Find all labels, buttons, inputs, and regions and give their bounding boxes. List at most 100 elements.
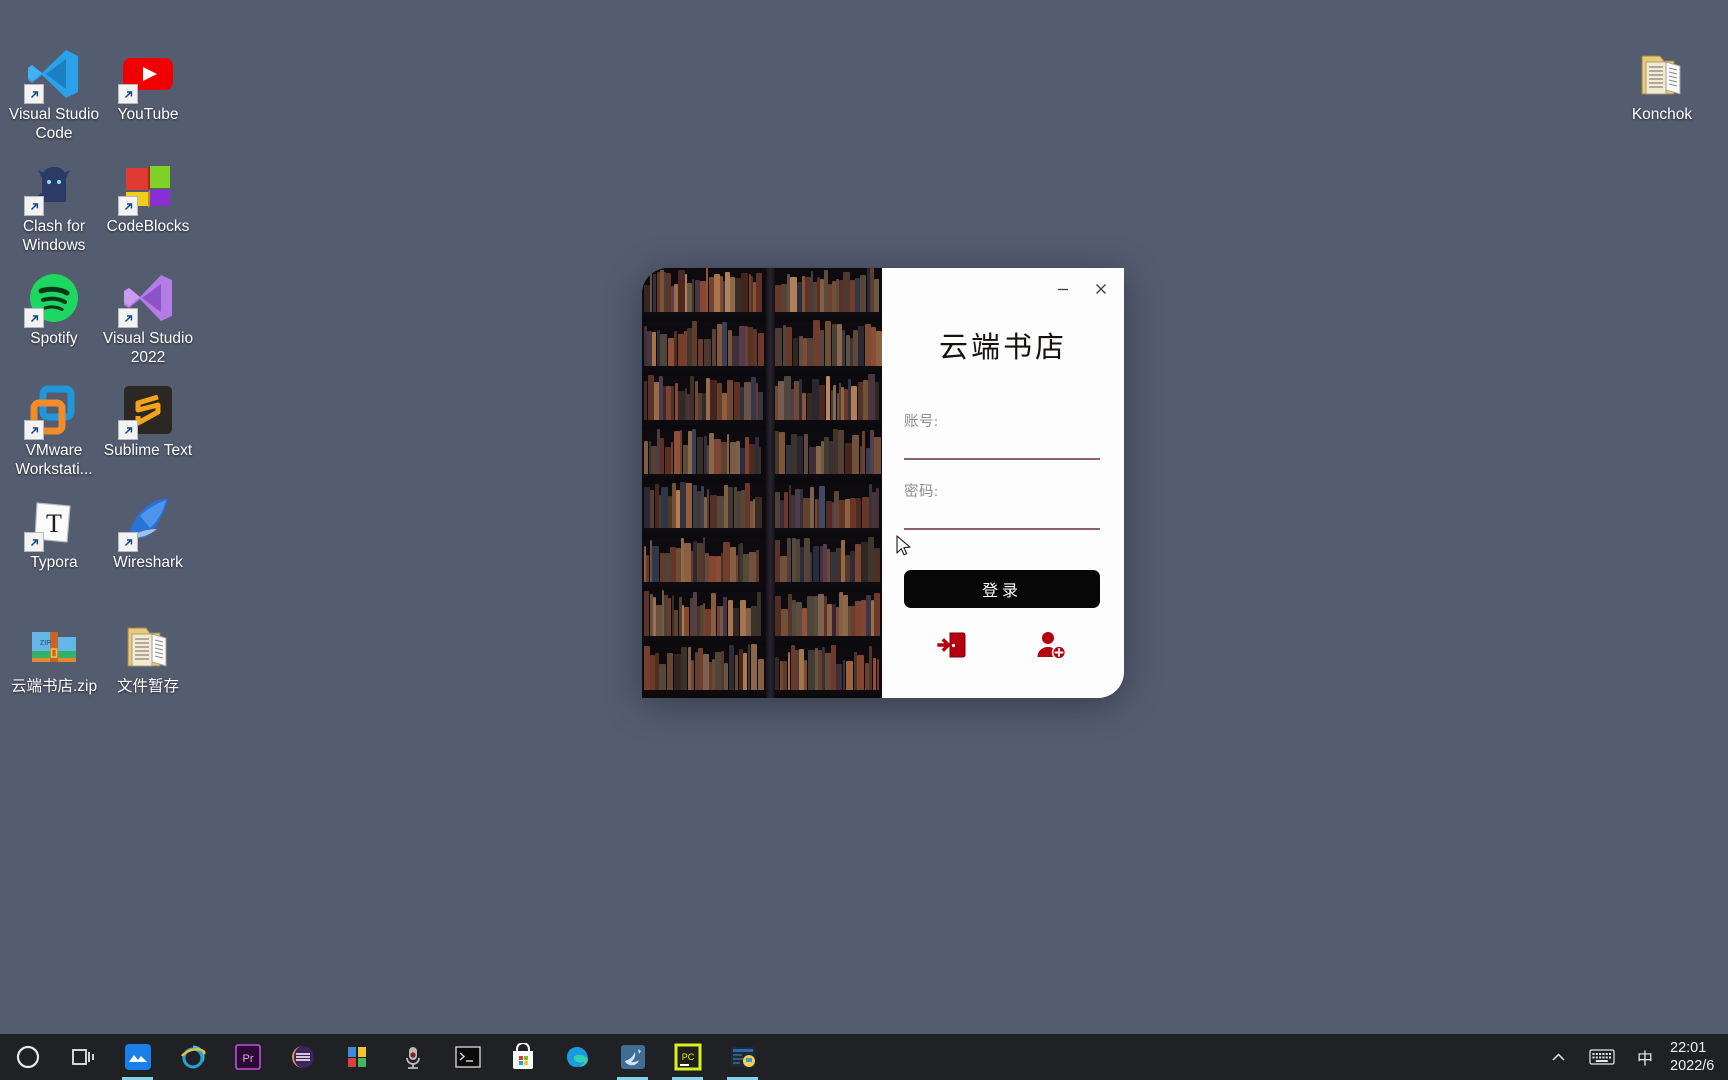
folder-icon <box>1634 46 1690 102</box>
vmware-icon <box>26 382 82 438</box>
icon-art-wrapper <box>6 230 102 326</box>
taskbar-item-internet-explorer[interactable] <box>165 1034 220 1080</box>
pycharm-icon: PC <box>674 1043 702 1071</box>
window-controls <box>1052 278 1112 300</box>
account-input[interactable] <box>904 443 1100 460</box>
shelf-row <box>642 268 882 322</box>
desktop-icon-label: 文件暂存 <box>93 677 203 696</box>
taskbar-item-microsoft-edge[interactable] <box>550 1034 605 1080</box>
bookshelf-art <box>642 268 882 698</box>
desktop: Visual Studio Code YouTube Clash for Windo… <box>0 0 1728 1080</box>
icon-art-wrapper <box>100 230 196 326</box>
shelf-row <box>642 376 882 430</box>
taskbar: Pr PC 中 22:01 2022/6 <box>0 1034 1728 1080</box>
folder-icon <box>120 618 176 674</box>
shortcut-arrow-icon <box>24 84 44 104</box>
icon-art-wrapper <box>1614 6 1710 102</box>
internet-explorer-icon <box>179 1043 207 1071</box>
close-icon[interactable] <box>1090 278 1112 300</box>
taskbar-item-task-view[interactable] <box>55 1034 110 1080</box>
login-action-row <box>904 628 1100 662</box>
minimize-icon[interactable] <box>1052 278 1074 300</box>
page-title: 云端书店 <box>882 324 1124 366</box>
ime-indicator[interactable]: 中 <box>1626 1034 1664 1080</box>
icon-art-wrapper: ZIP <box>6 578 102 674</box>
shelf-row <box>642 646 882 698</box>
icon-art-wrapper <box>100 118 196 214</box>
eclipse-icon <box>289 1043 317 1071</box>
shelf-divider <box>766 268 775 698</box>
add-user-icon[interactable] <box>1034 628 1068 662</box>
login-button[interactable]: 登录 <box>904 570 1100 608</box>
login-window: 云端书店 账号: 密码: 登录 <box>642 268 1124 698</box>
icon-art-wrapper <box>6 118 102 214</box>
desktop-icon-konchok[interactable]: Konchok <box>1614 6 1710 124</box>
desktop-icon-sublime-text[interactable]: Sublime Text <box>100 342 196 460</box>
desktop-icon-wenjian-zancun[interactable]: 文件暂存 <box>100 578 196 696</box>
account-label: 账号: <box>904 410 1100 431</box>
taskbar-item-eclipse[interactable] <box>275 1034 330 1080</box>
command-prompt-icon <box>454 1043 482 1071</box>
taskbar-item-motrix[interactable] <box>110 1034 165 1080</box>
account-field-group: 账号: <box>904 410 1100 460</box>
shortcut-arrow-icon <box>118 196 138 216</box>
icon-art-wrapper <box>6 6 102 102</box>
clock-time: 22:01 <box>1670 1039 1706 1057</box>
svg-text:PC: PC <box>681 1052 694 1062</box>
svg-text:T: T <box>46 509 62 538</box>
shelf-row <box>642 484 882 538</box>
system-tray: 中 22:01 2022/6 <box>1539 1034 1728 1080</box>
spotify-icon <box>26 270 82 326</box>
desktop-icon-typora[interactable]: T Typora <box>6 454 102 572</box>
premiere-pro-icon: Pr <box>234 1043 262 1071</box>
zip-archive-icon: ZIP <box>26 618 82 674</box>
dolphin-icon <box>619 1043 647 1071</box>
wireshark-icon <box>120 494 176 550</box>
taskbar-item-microsoft-store[interactable] <box>495 1034 550 1080</box>
desktop-icon-label: Konchok <box>1607 105 1717 124</box>
shelf-row <box>642 592 882 646</box>
onenote-icon <box>344 1043 372 1071</box>
taskbar-item-python-ide[interactable] <box>715 1034 770 1080</box>
taskbar-item-onenote[interactable] <box>330 1034 385 1080</box>
shortcut-arrow-icon <box>24 196 44 216</box>
desktop-icon-wireshark[interactable]: Wireshark <box>100 454 196 572</box>
taskbar-item-pycharm[interactable]: PC <box>660 1034 715 1080</box>
desktop-icon-spotify[interactable]: Spotify <box>6 230 102 348</box>
mountain-app-icon <box>124 1043 152 1071</box>
password-label: 密码: <box>904 480 1100 501</box>
exit-door-icon[interactable] <box>936 628 970 662</box>
python-ide-icon <box>729 1043 757 1071</box>
icon-art-wrapper <box>100 342 196 438</box>
password-input[interactable] <box>904 513 1100 530</box>
vscode-icon <box>26 46 82 102</box>
bookshelf-cover-image <box>642 268 882 698</box>
shortcut-arrow-icon <box>24 532 44 552</box>
icon-art-wrapper: T <box>6 454 102 550</box>
edge-icon <box>564 1043 592 1071</box>
sublime-icon <box>120 382 176 438</box>
taskbar-items: Pr PC <box>0 1034 770 1080</box>
taskbar-item-premiere-pro[interactable]: Pr <box>220 1034 275 1080</box>
desktop-icon-yunduan-shudian-zip[interactable]: ZIP 云端书店.zip <box>6 578 102 696</box>
desktop-icon-codeblocks[interactable]: CodeBlocks <box>100 118 196 236</box>
shelf-row <box>642 538 882 592</box>
shelf-row <box>642 430 882 484</box>
shelf-row <box>642 322 882 376</box>
clock[interactable]: 22:01 2022/6 <box>1664 1034 1728 1080</box>
cortana-circle-icon <box>14 1043 42 1071</box>
shortcut-arrow-icon <box>24 420 44 440</box>
svg-text:Pr: Pr <box>242 1053 253 1065</box>
taskbar-item-cortana[interactable] <box>0 1034 55 1080</box>
icon-art-wrapper <box>6 342 102 438</box>
taskbar-item-microphone[interactable] <box>385 1034 440 1080</box>
taskbar-item-command-prompt[interactable] <box>440 1034 495 1080</box>
desktop-icon-youtube[interactable]: YouTube <box>100 6 196 124</box>
password-field-group: 密码: <box>904 480 1100 530</box>
microphone-icon <box>399 1043 427 1071</box>
desktop-icon-label: Wireshark <box>93 553 203 572</box>
taskbar-item-mysql-workbench[interactable] <box>605 1034 660 1080</box>
chevron-up-icon[interactable] <box>1539 1034 1578 1080</box>
keyboard-icon[interactable] <box>1578 1034 1626 1080</box>
shortcut-arrow-icon <box>24 308 44 328</box>
